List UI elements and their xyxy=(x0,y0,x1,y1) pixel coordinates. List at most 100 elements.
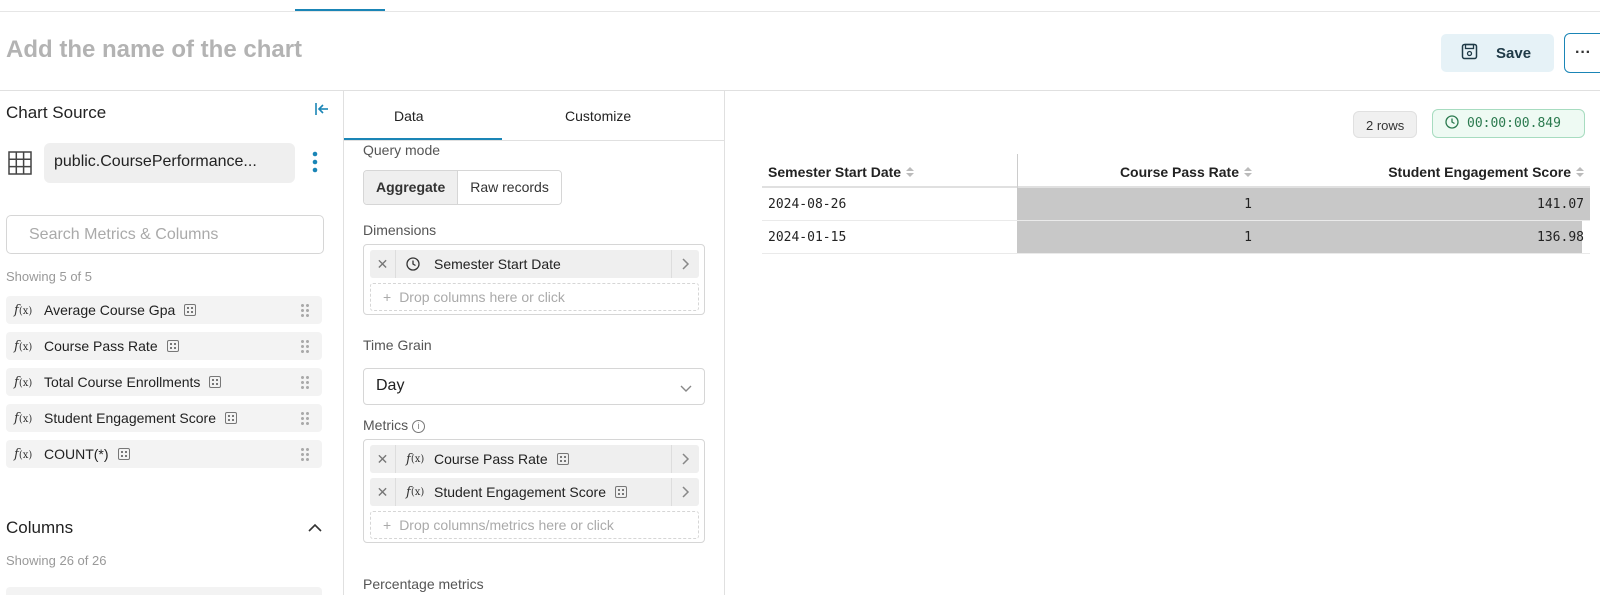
function-icon: f(x) xyxy=(14,302,33,318)
chart-name-input[interactable]: Add the name of the chart xyxy=(6,36,302,64)
metric-pill[interactable]: ✕ f (x) Student Engagement Score xyxy=(370,478,699,506)
cell-bar xyxy=(1017,221,1582,253)
config-tabs: Data Customize xyxy=(344,91,724,141)
table-header: Semester Start Date Course Pass Rate Stu… xyxy=(762,154,1590,188)
results-panel: 2 rows 00:00:00.849 Semester Start Date … xyxy=(725,91,1600,595)
metric-label: Student Engagement Score xyxy=(44,410,217,426)
metric-label: Total Course Enrollments xyxy=(44,374,201,390)
function-icon: f(x) xyxy=(406,451,425,467)
metric-pill-label: Course Pass Rate xyxy=(434,451,548,467)
aggregate-button[interactable]: Aggregate xyxy=(364,171,459,204)
save-label: Save xyxy=(1496,44,1532,62)
time-grain-value: Day xyxy=(376,377,405,394)
save-icon xyxy=(1461,43,1478,64)
calculator-icon xyxy=(615,486,628,498)
save-button[interactable]: Save xyxy=(1441,34,1554,72)
metric-item[interactable]: f(x) Student Engagement Score xyxy=(6,404,322,432)
drag-handle-icon[interactable] xyxy=(300,339,310,354)
more-options-button[interactable]: ··· xyxy=(1564,33,1600,73)
cell-engagement-score: 136.98 xyxy=(1537,230,1584,245)
plus-icon: + xyxy=(383,517,392,533)
metrics-list: f(x) Average Course Gpa f(x) Course Pass… xyxy=(6,296,322,476)
active-tab-indicator xyxy=(295,9,385,11)
column-header-course-pass-rate[interactable]: Course Pass Rate xyxy=(1120,164,1252,180)
calculator-icon xyxy=(117,448,130,460)
metrics-dropzone: ✕ f (x) Course Pass Rate ✕ f (x) Student E… xyxy=(363,439,705,543)
cell-bar xyxy=(1017,188,1590,220)
function-icon: f(x) xyxy=(406,484,425,500)
function-icon: f(x) xyxy=(14,338,33,354)
chevron-right-icon[interactable] xyxy=(671,445,699,473)
timer-icon xyxy=(1445,114,1459,133)
chevron-down-icon xyxy=(680,380,692,398)
columns-section-title[interactable]: Columns xyxy=(6,518,73,538)
column-item[interactable] xyxy=(6,587,322,595)
columns-count: Showing 26 of 26 xyxy=(6,553,107,568)
sort-icon[interactable] xyxy=(906,166,915,178)
query-timer-badge: 00:00:00.849 xyxy=(1432,109,1585,138)
chevron-right-icon[interactable] xyxy=(671,478,699,506)
sort-icon[interactable] xyxy=(1244,166,1252,178)
collapse-panel-icon[interactable] xyxy=(314,101,330,122)
drag-handle-icon[interactable] xyxy=(300,375,310,390)
calculator-icon xyxy=(225,412,238,424)
column-header-student-engagement-score[interactable]: Student Engagement Score xyxy=(1388,164,1584,180)
chart-header: Add the name of the chart Save ··· xyxy=(0,12,1600,91)
metric-label: Average Course Gpa xyxy=(44,302,176,318)
metric-item[interactable]: f(x) Course Pass Rate xyxy=(6,332,322,360)
function-icon: f(x) xyxy=(14,446,33,462)
drag-handle-icon[interactable] xyxy=(300,411,310,426)
metric-pill-label: Student Engagement Score xyxy=(434,484,607,500)
dataset-menu-icon[interactable] xyxy=(312,151,318,178)
tab-customize[interactable]: Customize xyxy=(565,108,631,124)
calculator-icon xyxy=(166,340,179,352)
metrics-drop-target[interactable]: + Drop columns/metrics here or click xyxy=(370,511,699,539)
metric-label: COUNT(*) xyxy=(44,446,109,462)
drag-handle-icon[interactable] xyxy=(300,447,310,462)
info-icon[interactable]: i xyxy=(412,419,426,433)
dataset-selector[interactable]: public.CoursePerformance... xyxy=(44,143,295,183)
metric-item[interactable]: f(x) COUNT(*) xyxy=(6,440,322,468)
search-metrics-input[interactable]: Search Metrics & Columns xyxy=(6,215,324,254)
metric-item[interactable]: f(x) Total Course Enrollments xyxy=(6,368,322,396)
tab-data[interactable]: Data xyxy=(394,108,424,124)
table-row: 2024-08-26 1 141.07 xyxy=(762,188,1590,221)
drop-hint-text: Drop columns/metrics here or click xyxy=(399,517,614,533)
cell-date: 2024-08-26 xyxy=(768,197,847,212)
drag-handle-icon[interactable] xyxy=(300,303,310,318)
results-table: Semester Start Date Course Pass Rate Stu… xyxy=(762,154,1590,254)
query-mode-toggle: Aggregate Raw records xyxy=(363,170,562,205)
chevron-up-icon[interactable] xyxy=(308,520,322,538)
remove-icon[interactable]: ✕ xyxy=(370,478,396,506)
calculator-icon xyxy=(184,304,197,316)
top-tab-strip xyxy=(0,0,1600,12)
raw-records-button[interactable]: Raw records xyxy=(458,171,561,204)
sort-icon[interactable] xyxy=(1576,166,1584,178)
dimension-pill[interactable]: ✕ Semester Start Date xyxy=(370,250,699,278)
cell-engagement-score: 141.07 xyxy=(1537,197,1584,212)
cell-pass-rate: 1 xyxy=(1244,197,1252,212)
chart-config-panel: Data Customize Query mode Aggregate Raw … xyxy=(344,91,725,595)
plus-icon: + xyxy=(383,289,392,305)
metric-pill[interactable]: ✕ f (x) Course Pass Rate xyxy=(370,445,699,473)
table-grid-icon xyxy=(8,151,32,180)
metric-label: Course Pass Rate xyxy=(44,338,158,354)
function-icon: f(x) xyxy=(14,410,33,426)
metrics-label: Metrics i xyxy=(363,417,426,433)
time-grain-label: Time Grain xyxy=(363,337,432,353)
time-grain-select[interactable]: Day xyxy=(363,368,705,405)
dimensions-label: Dimensions xyxy=(363,222,437,238)
chart-source-title: Chart Source xyxy=(6,103,107,122)
timer-value: 00:00:00.849 xyxy=(1467,116,1561,131)
function-icon: f(x) xyxy=(14,374,33,390)
remove-icon[interactable]: ✕ xyxy=(370,250,396,278)
column-divider xyxy=(1017,154,1018,188)
remove-icon[interactable]: ✕ xyxy=(370,445,396,473)
column-header-semester-start-date[interactable]: Semester Start Date xyxy=(768,164,915,180)
row-count-badge: 2 rows xyxy=(1353,111,1418,138)
dimensions-drop-target[interactable]: + Drop columns here or click xyxy=(370,283,699,311)
metric-item[interactable]: f(x) Average Course Gpa xyxy=(6,296,322,324)
chevron-right-icon[interactable] xyxy=(671,250,699,278)
drop-hint-text: Drop columns here or click xyxy=(399,289,565,305)
metrics-count: Showing 5 of 5 xyxy=(6,269,93,284)
